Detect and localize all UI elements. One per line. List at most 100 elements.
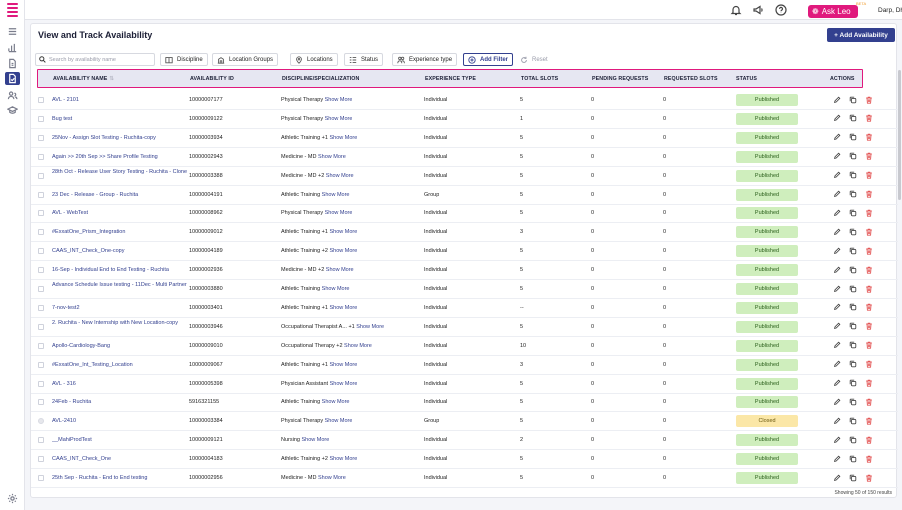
copy-icon[interactable] [848, 397, 857, 406]
delete-icon[interactable] [864, 379, 873, 388]
copy-icon[interactable] [848, 284, 857, 293]
row-checkbox[interactable] [38, 210, 44, 217]
copy-icon[interactable] [848, 435, 857, 444]
add-filter-button[interactable]: Add Filter [463, 53, 513, 66]
delete-icon[interactable] [864, 227, 873, 236]
delete-icon[interactable] [864, 246, 873, 255]
show-more-link[interactable]: Show More [322, 399, 350, 405]
availability-name-link[interactable]: 23 Dec - Release - Group - Ruchita [52, 192, 202, 199]
copy-icon[interactable] [848, 171, 857, 180]
table-row[interactable]: Advance Schedule Issue testing - 11Dec -… [31, 280, 898, 299]
table-row[interactable]: 7-nov-test2 10000003401 Athletic Training … [31, 299, 898, 318]
ask-leo-button[interactable]: ❁ Ask Leo [808, 5, 858, 18]
availability-name-link[interactable]: AVL - 316 [52, 381, 202, 388]
availability-name-link[interactable]: Advance Schedule Issue testing - 11Dec -… [52, 282, 202, 289]
delete-icon[interactable] [864, 454, 873, 463]
availability-name-link[interactable]: CAAS_INT_Check_One [52, 456, 202, 463]
table-row[interactable]: 25Nov - Assign Slot Testing - Ruchita-co… [31, 129, 898, 148]
row-checkbox[interactable] [38, 229, 44, 236]
show-more-link[interactable]: Show More [325, 210, 353, 216]
delete-icon[interactable] [864, 473, 873, 482]
search-input[interactable]: Search by availability name [35, 53, 155, 66]
edit-icon[interactable] [832, 190, 841, 199]
table-row[interactable]: CAAS_INT_Check_One 10000004183 Athletic Tr… [31, 450, 898, 470]
edit-icon[interactable] [832, 227, 841, 236]
row-checkbox[interactable] [38, 97, 44, 103]
availability-name-link[interactable]: 25th Sep - Ruchita - End to End testing [52, 475, 202, 482]
availability-name-link[interactable]: 24Feb - Ruchita [52, 399, 202, 406]
show-more-link[interactable]: Show More [356, 324, 384, 330]
copy-icon[interactable] [848, 473, 857, 482]
table-row[interactable]: AVL - WebTest 10000008962 Physical Therapy… [31, 204, 898, 224]
delete-icon[interactable] [864, 416, 873, 425]
edit-icon[interactable] [832, 322, 841, 331]
edit-icon[interactable] [832, 397, 841, 406]
table-row[interactable]: #ExxatOne_Int_Testing_Location 1000000906… [31, 356, 898, 375]
table-row[interactable]: CAAS_INT_Check_One-copy 10000004189 Athlet… [31, 242, 898, 262]
edit-icon[interactable] [832, 133, 841, 142]
edit-icon[interactable] [832, 435, 841, 444]
table-row[interactable]: AVL - 2101 10000007177 Physical Therapy Sh… [31, 91, 898, 110]
reset-button[interactable]: Reset [516, 53, 552, 66]
row-checkbox[interactable] [38, 342, 44, 349]
show-more-link[interactable]: Show More [329, 456, 357, 462]
show-more-link[interactable]: Show More [344, 343, 372, 349]
edit-icon[interactable] [832, 95, 841, 104]
delete-icon[interactable] [864, 190, 873, 199]
show-more-link[interactable]: Show More [329, 248, 357, 254]
row-checkbox[interactable] [38, 115, 44, 122]
announcement-icon[interactable] [751, 3, 765, 17]
edit-icon[interactable] [832, 152, 841, 161]
status-filter[interactable]: Status [344, 53, 384, 66]
availability-name-link[interactable]: AVL - WebTest [52, 210, 202, 217]
settings-icon[interactable] [5, 492, 20, 505]
show-more-link[interactable]: Show More [329, 135, 357, 141]
row-checkbox[interactable] [38, 286, 44, 292]
show-more-link[interactable]: Show More [329, 305, 357, 311]
table-row[interactable]: Apollo-Cardiology-Bang 10000009010 Occupat… [31, 337, 898, 356]
row-checkbox[interactable] [38, 456, 44, 463]
experience-type-filter[interactable]: Experience type [392, 53, 458, 66]
row-checkbox[interactable] [38, 323, 44, 330]
availability-name-link[interactable]: Bug test [52, 116, 202, 123]
show-more-link[interactable]: Show More [326, 267, 354, 273]
copy-icon[interactable] [848, 114, 857, 123]
delete-icon[interactable] [864, 397, 873, 406]
edit-icon[interactable] [832, 379, 841, 388]
copy-icon[interactable] [848, 454, 857, 463]
table-row[interactable]: AVL-2410 10000003384 Physical Therapy Show… [31, 412, 898, 432]
delete-icon[interactable] [864, 284, 873, 293]
document-icon[interactable] [5, 57, 20, 70]
edit-icon[interactable] [832, 265, 841, 274]
row-checkbox[interactable] [38, 399, 44, 406]
delete-icon[interactable] [864, 322, 873, 331]
delete-icon[interactable] [864, 152, 873, 161]
table-row[interactable]: 28th Oct - Release User Story Testing - … [31, 167, 898, 186]
row-checkbox[interactable] [38, 475, 44, 481]
table-row[interactable]: Bug test 10000009122 Physical Therapy Show… [31, 110, 898, 129]
row-checkbox[interactable] [38, 153, 44, 160]
row-checkbox[interactable] [38, 380, 44, 387]
delete-icon[interactable] [864, 133, 873, 142]
app-logo[interactable] [7, 3, 18, 18]
copy-icon[interactable] [848, 303, 857, 312]
table-row[interactable]: 25th Sep - Ruchita - End to End testing 1… [31, 469, 898, 488]
row-checkbox[interactable] [38, 134, 44, 141]
show-more-link[interactable]: Show More [301, 437, 329, 443]
show-more-link[interactable]: Show More [329, 362, 357, 368]
show-more-link[interactable]: Show More [330, 381, 358, 387]
delete-icon[interactable] [864, 360, 873, 369]
edit-icon[interactable] [832, 416, 841, 425]
edit-icon[interactable] [832, 454, 841, 463]
edit-icon[interactable] [832, 171, 841, 180]
availability-name-link[interactable]: #ExxatOne_Int_Testing_Location [52, 362, 202, 369]
row-checkbox[interactable] [38, 437, 44, 444]
availability-name-link[interactable]: AVL - 2101 [52, 97, 202, 104]
show-more-link[interactable]: Show More [329, 229, 357, 235]
bell-icon[interactable] [729, 3, 743, 17]
add-availability-button[interactable]: + Add Availability [827, 28, 895, 42]
copy-icon[interactable] [848, 322, 857, 331]
delete-icon[interactable] [864, 435, 873, 444]
availability-name-link[interactable]: 16-Sep - Individual End to End Testing -… [52, 267, 202, 274]
availability-name-link[interactable]: #ExxatOne_Prism_Integration [52, 229, 202, 236]
